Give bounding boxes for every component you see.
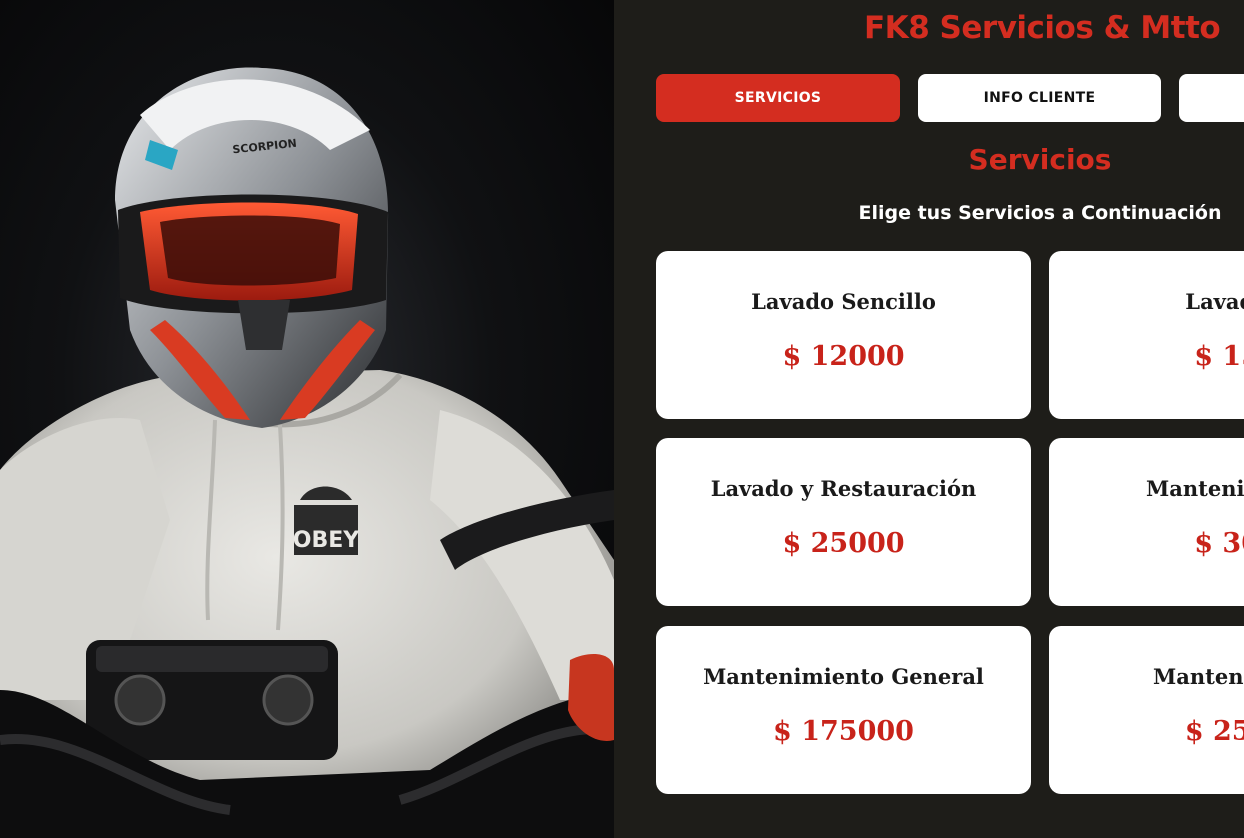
service-price: $ 150 [1194, 341, 1244, 372]
service-name: Lavado y [1185, 289, 1244, 314]
service-name: Mantenimient [1153, 664, 1244, 689]
helmet: SCORPION [115, 67, 389, 428]
service-name: Lavado y Restauración [710, 476, 977, 501]
tab-third[interactable] [1179, 74, 1244, 122]
service-name: Mantenimiento [1146, 476, 1244, 501]
service-price: $ 300 [1194, 528, 1244, 559]
service-card[interactable]: Lavado y $ 150 [1049, 251, 1244, 419]
brand-title: FK8 Servicios & Mtto [864, 10, 1221, 46]
service-price: $ 25000 [782, 528, 905, 559]
service-card[interactable]: Lavado y Restauración $ 25000 [656, 438, 1031, 606]
service-name: Mantenimiento General [703, 664, 984, 689]
svg-text:OBEY: OBEY [293, 528, 360, 553]
service-card[interactable]: Mantenimiento $ 300 [1049, 438, 1244, 606]
service-card[interactable]: Mantenimient $ 2500 [1049, 626, 1244, 794]
hero-image: OBEY SCORPION [0, 0, 614, 838]
tab-info-cliente[interactable]: INFO CLIENTE [918, 74, 1161, 122]
section-title: Servicios [968, 143, 1112, 176]
service-price: $ 12000 [782, 341, 905, 372]
service-price: $ 2500 [1184, 716, 1244, 747]
service-name: Lavado Sencillo [751, 289, 936, 314]
section-subtitle: Elige tus Servicios a Continuación [858, 202, 1222, 224]
service-price: $ 175000 [773, 716, 914, 747]
tab-servicios[interactable]: SERVICIOS [656, 74, 900, 122]
service-card[interactable]: Mantenimiento General $ 175000 [656, 626, 1031, 794]
services-panel: FK8 Servicios & Mtto SERVICIOS INFO CLIE… [614, 0, 1244, 838]
service-card[interactable]: Lavado Sencillo $ 12000 [656, 251, 1031, 419]
rider-illustration: OBEY SCORPION [0, 67, 614, 838]
